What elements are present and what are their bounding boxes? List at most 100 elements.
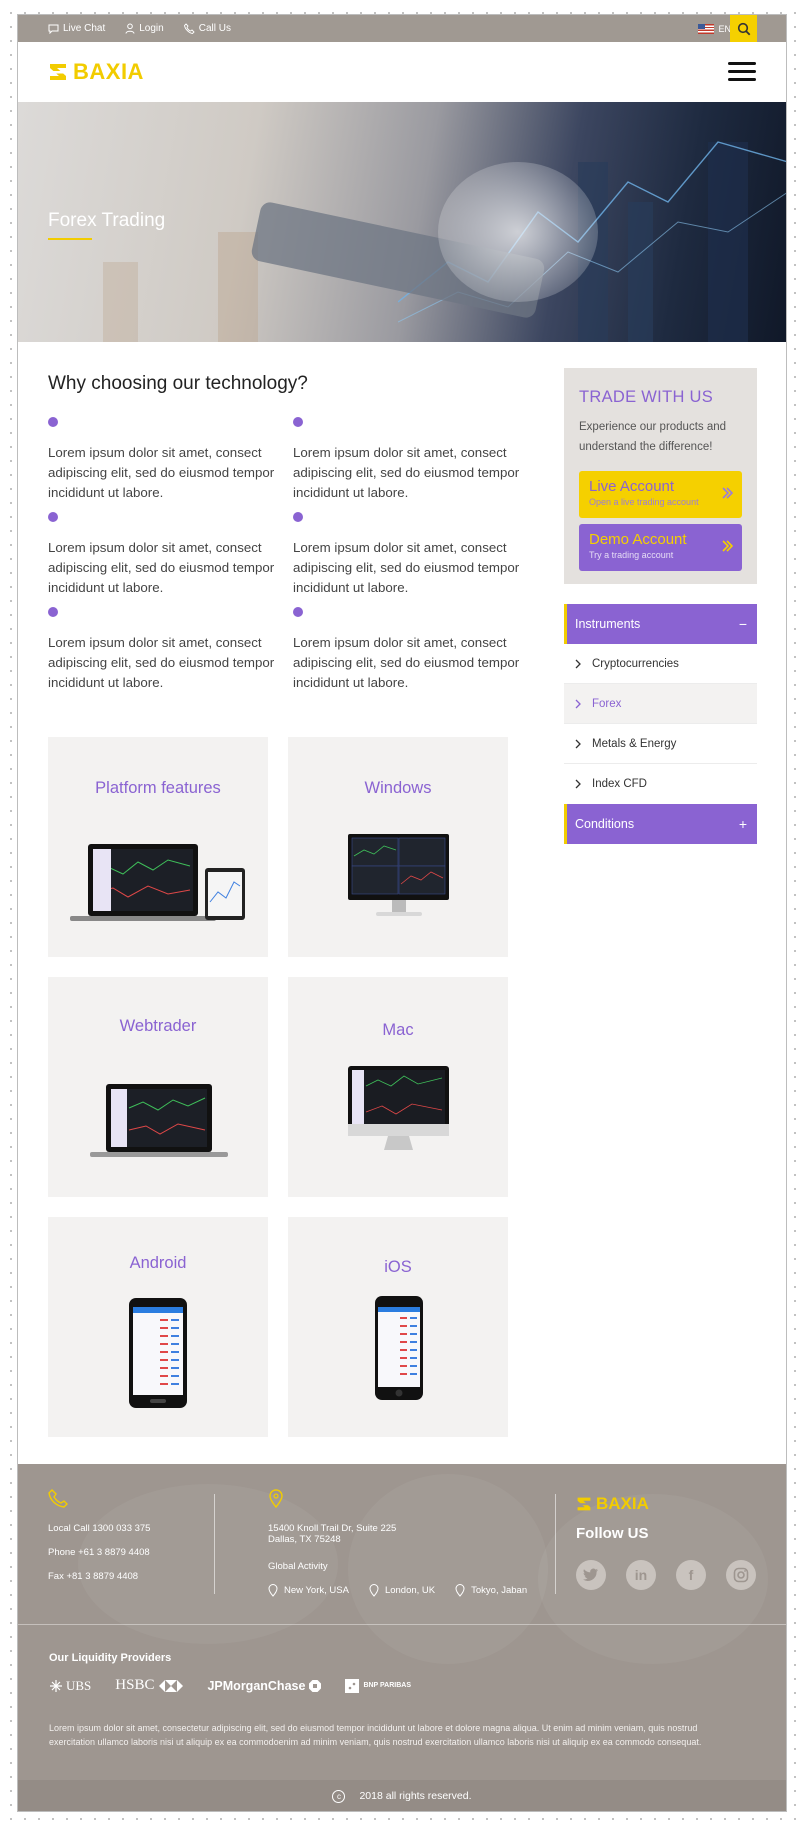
hsbc-logo: HSBC [115,1677,184,1694]
search-icon [737,22,750,35]
monitor-icon [348,834,449,916]
local-call-text: Local Call 1300 033 375 [48,1523,151,1534]
location-pin-icon [269,1489,283,1509]
contact-column: Local Call 1300 033 375 Phone +61 3 8879… [48,1488,150,1595]
live-account-button[interactable]: Live Account Open a live trading account [579,471,742,518]
address-column: 15400 Knoll Trail Dr, Suite 225 Dallas, … [268,1488,527,1597]
jpmorgan-label: JPMorganChase [207,1678,306,1693]
sidebar-item-index-cfd[interactable]: Index CFD [564,764,757,804]
menu-line [728,70,756,73]
trade-text: Experience our products and understand t… [579,421,727,453]
jpmorgan-logo: JPMorganChase [207,1678,322,1693]
login-link[interactable]: Login [125,23,164,34]
logo-mark-icon [50,64,66,80]
facebook-icon[interactable]: f [676,1560,706,1590]
logo-mark-icon [577,1497,591,1511]
sidebar-item-label: Cryptocurrencies [592,657,679,670]
footer-divider [555,1494,556,1594]
call-us-link[interactable]: Call Us [183,23,231,34]
platform-card-webtrader[interactable]: Webtrader [48,977,268,1197]
feature-item: Lorem ipsum dolor sit amet, consect adip… [48,417,283,503]
location-pin-icon [455,1584,465,1597]
bullet-dot-icon [48,512,58,522]
liquidity-providers-title: Our Liquidity Providers [49,1652,172,1664]
hsbc-hexagon-icon [159,1679,184,1692]
chevron-right-icon [575,699,581,708]
live-account-title: Live Account [589,478,675,495]
sidebar-item-forex[interactable]: Forex [564,684,757,724]
ubs-keys-icon [50,1679,62,1692]
footer-disclaimer: Lorem ipsum dolor sit amet, consectetur … [49,1723,702,1747]
conditions-accordion-header[interactable]: Conditions + [564,804,757,844]
demo-account-title: Demo Account [589,531,687,548]
platform-card-android[interactable]: Android [48,1217,268,1437]
ubs-logo: UBS [49,1678,91,1694]
sidebar-item-cryptocurrencies[interactable]: Cryptocurrencies [564,644,757,684]
header: BAXIA [18,42,786,102]
brand-logo[interactable]: BAXIA [48,59,144,85]
card-title: Android [129,1254,187,1272]
instagram-icon[interactable] [726,1560,756,1590]
instruments-accordion-header[interactable]: Instruments − [564,604,757,644]
platform-card-mac[interactable]: Mac [288,977,508,1197]
follow-us-title: Follow US [576,1525,649,1542]
footer-logo[interactable]: BAXIA [576,1494,649,1514]
copyright-icon: c [332,1789,346,1803]
sidebar-item-metals-energy[interactable]: Metals & Energy [564,724,757,764]
platform-card-platform-features[interactable]: Platform features [48,737,268,957]
section-title: Why choosing our technology? [48,373,308,394]
location-item: London, UK [369,1584,435,1597]
bnp-label: BNP PARIBAS [363,1682,412,1689]
menu-line [728,62,756,65]
bullet-dot-icon [48,417,58,427]
laptop-tablet-icon [70,844,245,921]
social-links: in f [576,1560,776,1590]
platform-card-windows[interactable]: Windows [288,737,508,957]
android-phone-icon [129,1298,187,1408]
global-activity-label: Global Activity [268,1561,328,1572]
menu-button[interactable] [728,62,756,82]
footer-divider [214,1494,215,1594]
feature-text: Lorem ipsum dolor sit amet, consect adip… [48,635,275,690]
brand-name: BAXIA [73,59,144,84]
page: Live Chat Login Call Us EN BAXIA Forex T… [17,14,787,1812]
address-line-1: 15400 Knoll Trail Dr, Suite 225 [268,1523,397,1534]
double-chevron-right-icon [722,487,733,499]
double-chevron-right-icon [722,540,733,552]
linkedin-icon[interactable]: in [626,1560,656,1590]
bullet-dot-icon [48,607,58,617]
search-button[interactable] [730,15,757,42]
bnp-paribas-logo: BNP PARIBAS [345,1678,412,1693]
location-item: New York, USA [268,1584,349,1597]
imac-icon [348,1066,449,1150]
collapse-icon: − [738,616,747,632]
phone-text: Phone +61 3 8879 4408 [48,1547,150,1558]
chevron-right-icon [575,739,581,748]
hero-title-underline [48,238,92,240]
demo-account-subtitle: Try a trading account [589,550,674,560]
trade-title: TRADE WITH US [579,388,714,406]
feature-item: Lorem ipsum dolor sit amet, consect adip… [293,607,528,693]
card-title: Webtrader [119,1017,197,1035]
feature-text: Lorem ipsum dolor sit amet, consect adip… [48,540,275,595]
twitter-icon[interactable] [576,1560,606,1590]
phone-icon [48,1489,68,1508]
demo-account-button[interactable]: Demo Account Try a trading account [579,524,742,571]
bullet-dot-icon [293,417,303,427]
live-chat-link[interactable]: Live Chat [48,23,105,34]
hero-building-shape [103,262,138,342]
hero-glow [438,162,598,302]
sidebar-item-label: Forex [592,697,622,710]
liquidity-providers-logos: UBS HSBC JPMorganChase BNP PARIBAS [49,1677,435,1694]
card-title: Mac [382,1021,414,1039]
feature-item: Lorem ipsum dolor sit amet, consect adip… [293,417,528,503]
ubs-label: UBS [66,1677,92,1693]
live-account-subtitle: Open a live trading account [589,497,699,507]
user-icon [125,23,135,34]
platform-card-ios[interactable]: iOS [288,1217,508,1437]
footer-divider [18,1624,786,1625]
bnp-stars-icon [345,1678,360,1693]
chevron-right-icon [575,779,581,789]
location-label: New York, USA [284,1585,349,1596]
sidebar-item-label: Metals & Energy [592,737,677,750]
